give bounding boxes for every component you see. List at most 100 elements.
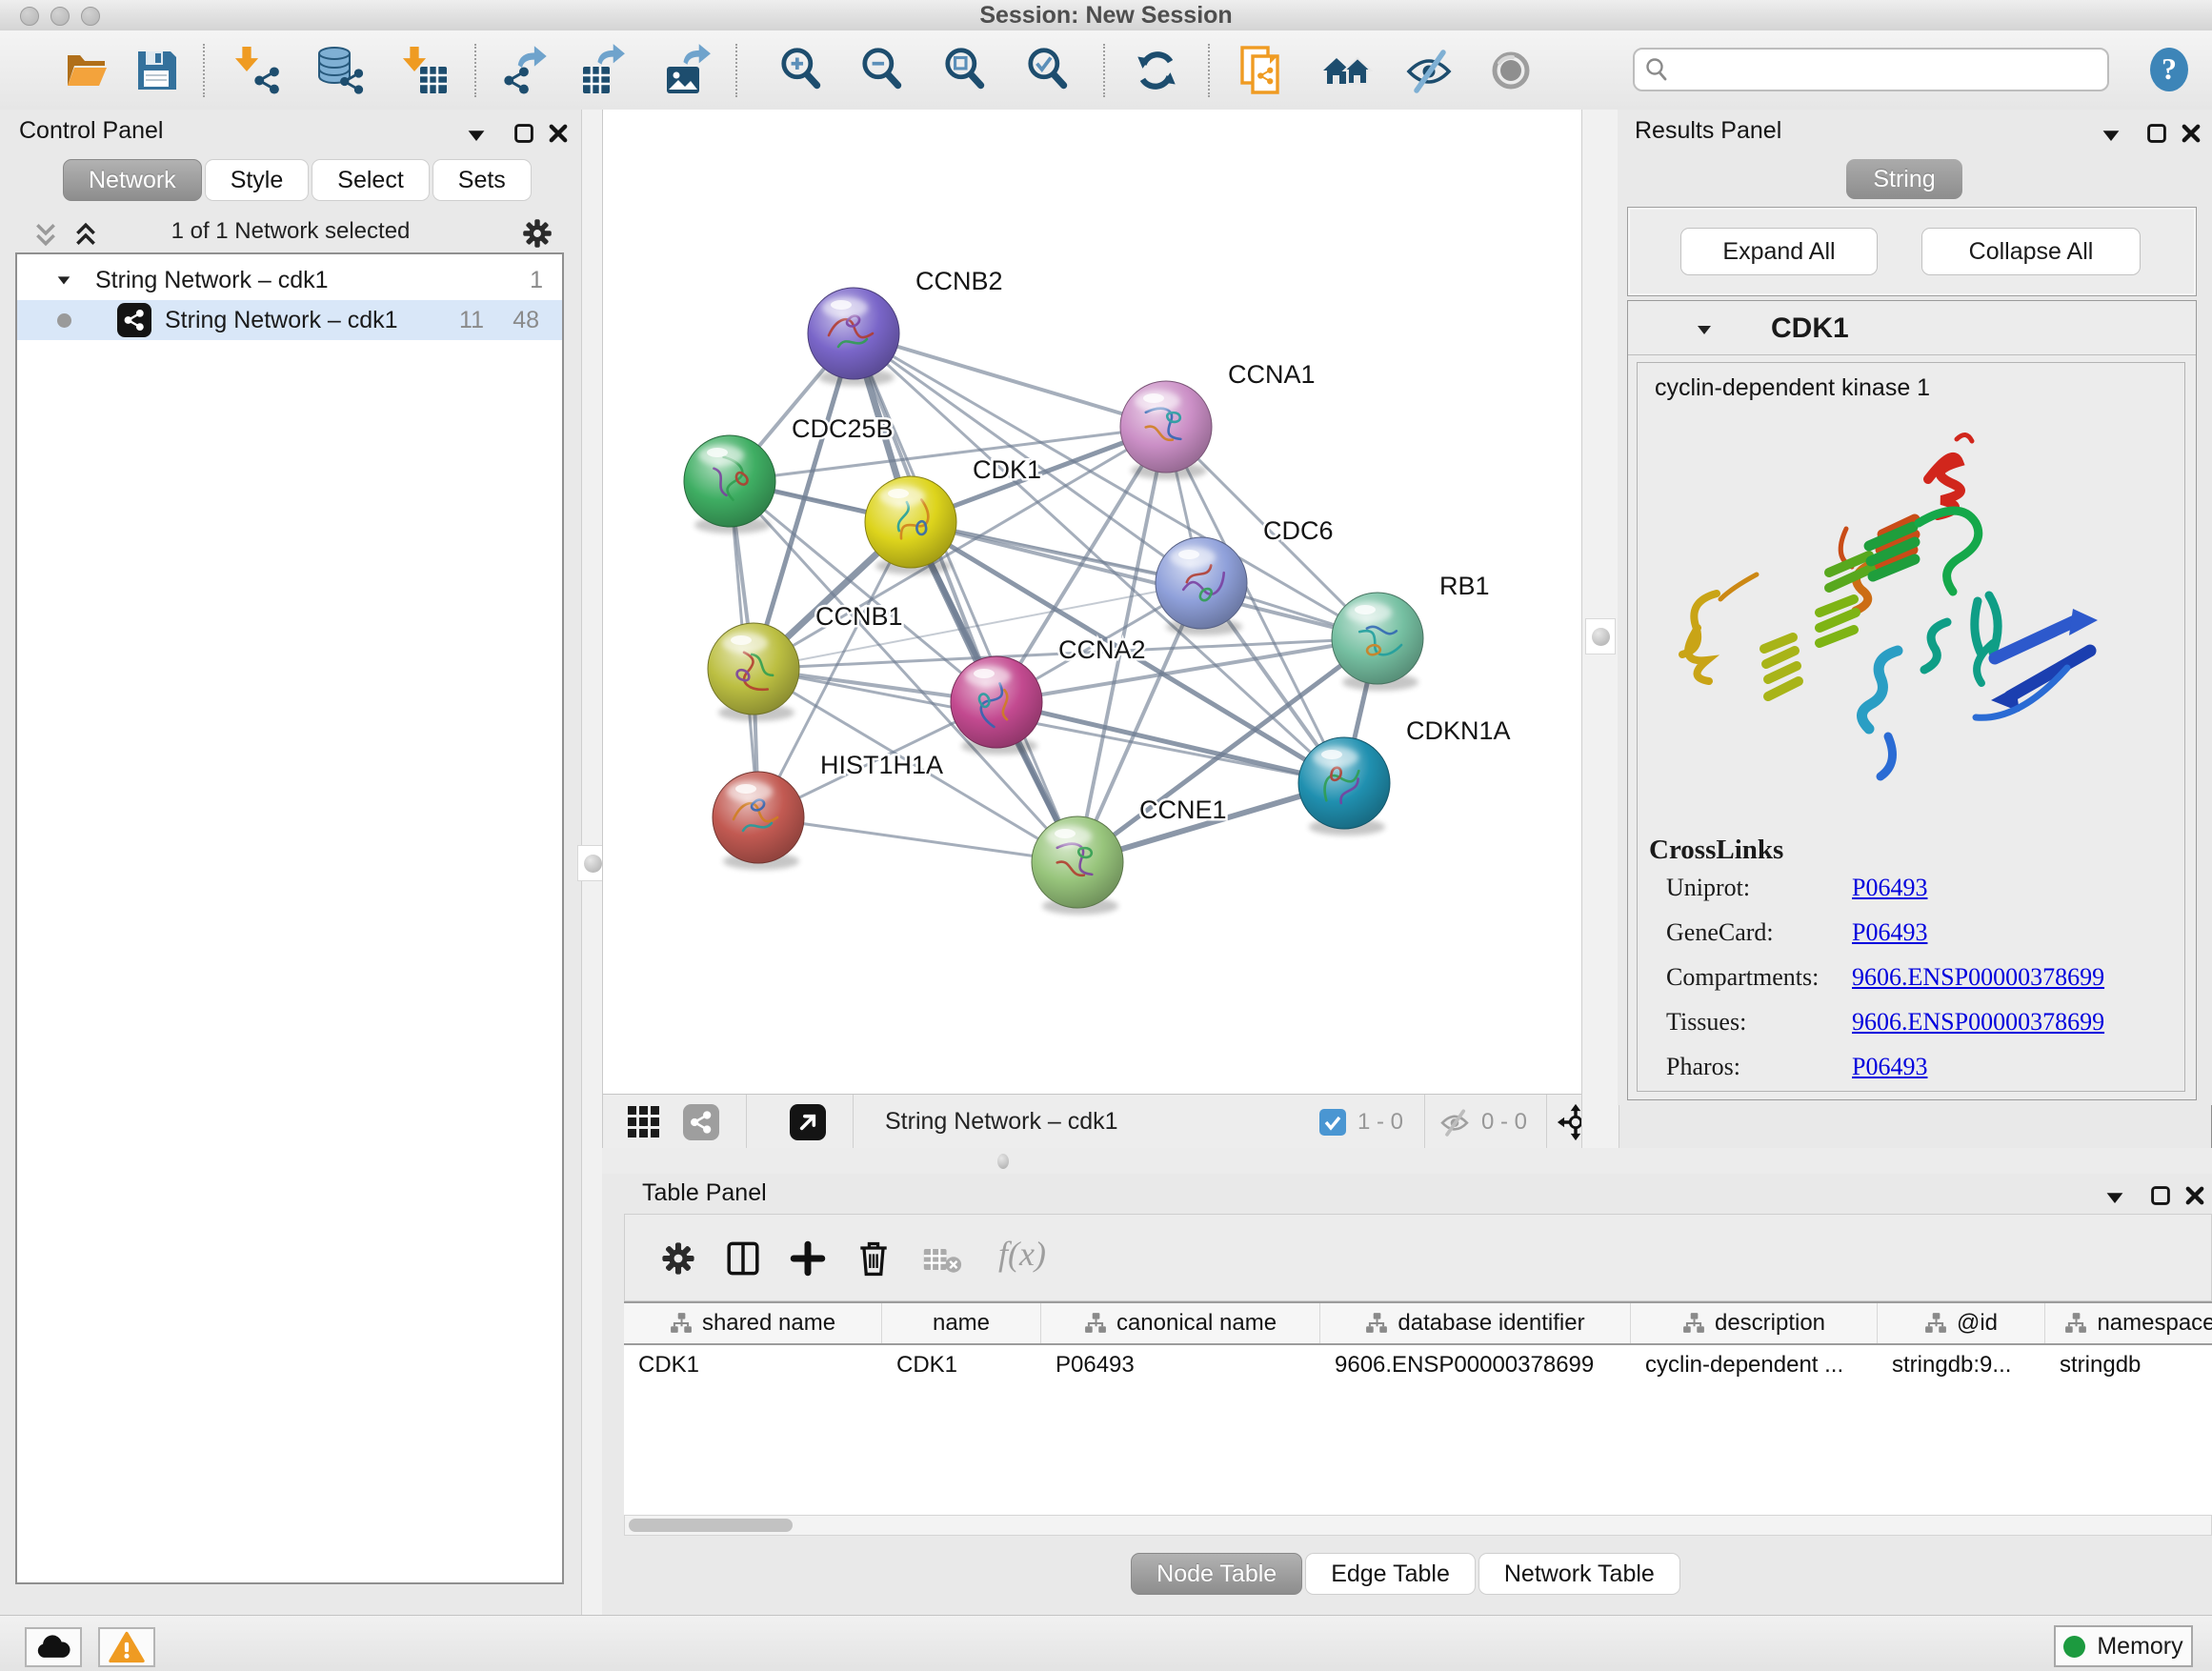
window-minimize-button[interactable] — [50, 7, 70, 26]
window-zoom-button[interactable] — [81, 7, 100, 26]
table-options-gear-icon[interactable] — [661, 1241, 695, 1276]
export-table-button[interactable] — [577, 44, 631, 97]
cell-canonical-name[interactable]: P06493 — [1041, 1345, 1320, 1385]
column-header-namespace[interactable]: namespace — [2045, 1303, 2212, 1343]
panel-close-icon[interactable] — [2183, 1184, 2206, 1207]
save-session-button[interactable] — [131, 44, 184, 97]
network-graph[interactable]: CCNB2CCNA1CDC25BCDK1CDC6RB1CCNB1CCNA2CDK… — [603, 110, 1582, 1094]
column-header-description[interactable]: description — [1631, 1303, 1878, 1343]
refresh-button[interactable] — [1131, 45, 1182, 96]
cell-shared-name[interactable]: CDK1 — [624, 1345, 882, 1385]
panel-float-icon[interactable] — [513, 122, 535, 145]
show-all-networks-button[interactable] — [1319, 46, 1375, 95]
function-builder-icon[interactable]: f(x) — [998, 1234, 1046, 1274]
network-share-button[interactable] — [683, 1104, 719, 1140]
right-splitter[interactable] — [1581, 110, 1619, 1148]
crosslink-link[interactable]: 9606.ENSP00000378699 — [1852, 1008, 2104, 1037]
import-table-button[interactable] — [397, 44, 451, 97]
column-header-shared-name[interactable]: shared name — [624, 1303, 882, 1343]
crosslink-link[interactable]: P06493 — [1852, 874, 1927, 902]
export-network-button[interactable] — [499, 44, 553, 97]
column-header-name[interactable]: name — [882, 1303, 1041, 1343]
crosslink-link[interactable]: P06493 — [1852, 1053, 1927, 1081]
network-node-RB1[interactable] — [1332, 593, 1423, 691]
panel-close-icon[interactable] — [547, 122, 570, 145]
network-node-CCNA1[interactable] — [1120, 381, 1212, 479]
tab-style[interactable]: Style — [205, 159, 310, 201]
network-collection-row[interactable]: String Network – cdk1 1 — [17, 260, 562, 300]
warnings-button[interactable] — [98, 1627, 155, 1667]
selected-checkbox[interactable] — [1319, 1109, 1346, 1136]
panel-float-icon[interactable] — [2149, 1184, 2172, 1207]
table-toolbar: f(x) — [624, 1214, 2212, 1301]
show-hidden-button[interactable] — [1486, 46, 1536, 95]
export-image-button[interactable] — [661, 44, 714, 97]
tab-edge-table[interactable]: Edge Table — [1305, 1553, 1476, 1595]
tab-node-table[interactable]: Node Table — [1131, 1553, 1302, 1595]
delete-table-icon[interactable] — [922, 1245, 962, 1274]
expand-all-button[interactable]: Expand All — [1680, 228, 1878, 275]
right-splitter-handle[interactable] — [1585, 618, 1616, 654]
cell-database-identifier[interactable]: 9606.ENSP00000378699 — [1320, 1345, 1631, 1385]
panel-menu-caret-icon[interactable] — [2100, 124, 2122, 147]
crosslink-link[interactable]: 9606.ENSP00000378699 — [1852, 963, 2104, 992]
network-node-CCNE1[interactable] — [1032, 816, 1123, 915]
network-node-HIST1H1A[interactable] — [713, 772, 804, 870]
horizontal-splitter[interactable] — [602, 1148, 2212, 1174]
zoom-selected-icon — [1023, 45, 1075, 96]
zoom-out-button[interactable] — [857, 45, 909, 96]
scrollbar-thumb[interactable] — [629, 1519, 793, 1532]
table-row[interactable]: CDK1 CDK1 P06493 9606.ENSP00000378699 cy… — [624, 1345, 2212, 1385]
crosslink-link[interactable]: P06493 — [1852, 918, 1927, 947]
add-column-icon[interactable] — [789, 1239, 827, 1278]
column-header-canonical-name[interactable]: canonical name — [1041, 1303, 1320, 1343]
cell-name[interactable]: CDK1 — [882, 1345, 1041, 1385]
memory-button[interactable]: Memory — [2054, 1625, 2193, 1667]
open-in-window-button[interactable] — [790, 1104, 826, 1140]
tab-network-table[interactable]: Network Table — [1478, 1553, 1680, 1595]
network-tree: String Network – cdk1 1 String Network –… — [15, 252, 564, 1584]
network-node-CCNB1[interactable] — [708, 623, 799, 721]
import-from-database-button[interactable] — [312, 44, 368, 97]
zoom-selected-button[interactable] — [1023, 45, 1075, 96]
panel-close-icon[interactable] — [2180, 122, 2202, 145]
network-row-selected[interactable]: String Network – cdk1 11 48 — [17, 300, 562, 340]
network-node-CDKN1A[interactable] — [1298, 737, 1390, 836]
cloud-button[interactable] — [25, 1627, 82, 1667]
clone-network-button[interactable] — [1235, 43, 1290, 98]
tab-sets[interactable]: Sets — [432, 159, 532, 201]
table-horizontal-scrollbar[interactable] — [624, 1515, 2212, 1536]
network-options-gear-icon[interactable] — [522, 218, 553, 249]
help-button[interactable]: ? — [2145, 46, 2193, 93]
collection-expander-icon[interactable] — [55, 272, 72, 289]
panel-float-icon[interactable] — [2145, 122, 2168, 145]
gene-expander-icon[interactable] — [1695, 320, 1714, 339]
open-session-button[interactable] — [59, 44, 112, 97]
panel-menu-caret-icon[interactable] — [465, 124, 488, 147]
window-close-button[interactable] — [20, 7, 39, 26]
hide-selected-button[interactable] — [1402, 46, 1456, 95]
network-canvas[interactable]: CCNB2CCNA1CDC25BCDK1CDC6RB1CCNB1CCNA2CDK… — [602, 110, 1582, 1094]
search-input[interactable] — [1633, 48, 2109, 91]
delete-column-trash-icon[interactable] — [854, 1238, 894, 1279]
cell-description[interactable]: cyclin-dependent ... — [1631, 1345, 1878, 1385]
hidden-elements-button[interactable] — [1438, 1107, 1472, 1137]
cell-namespace[interactable]: stringdb — [2045, 1345, 2212, 1385]
tab-select[interactable]: Select — [312, 159, 429, 201]
collapse-all-button[interactable]: Collapse All — [1921, 228, 2141, 275]
tab-network[interactable]: Network — [63, 159, 202, 201]
panel-menu-caret-icon[interactable] — [2103, 1186, 2126, 1209]
column-header-database-identifier[interactable]: database identifier — [1320, 1303, 1631, 1343]
show-columns-icon[interactable] — [724, 1239, 762, 1278]
network-node-CDC25B[interactable] — [684, 435, 775, 534]
zoom-fit-button[interactable] — [940, 45, 992, 96]
import-network-button[interactable] — [231, 44, 284, 97]
gene-header[interactable]: CDK1 — [1628, 301, 2196, 355]
tab-string[interactable]: String — [1846, 159, 1962, 199]
cell-id[interactable]: stringdb:9... — [1878, 1345, 2045, 1385]
network-node-CDC6[interactable] — [1156, 537, 1247, 635]
zoom-in-button[interactable] — [776, 45, 828, 96]
left-splitter[interactable] — [581, 110, 604, 1615]
column-header-id[interactable]: @id — [1878, 1303, 2045, 1343]
birds-eye-grid-button[interactable] — [626, 1104, 662, 1140]
